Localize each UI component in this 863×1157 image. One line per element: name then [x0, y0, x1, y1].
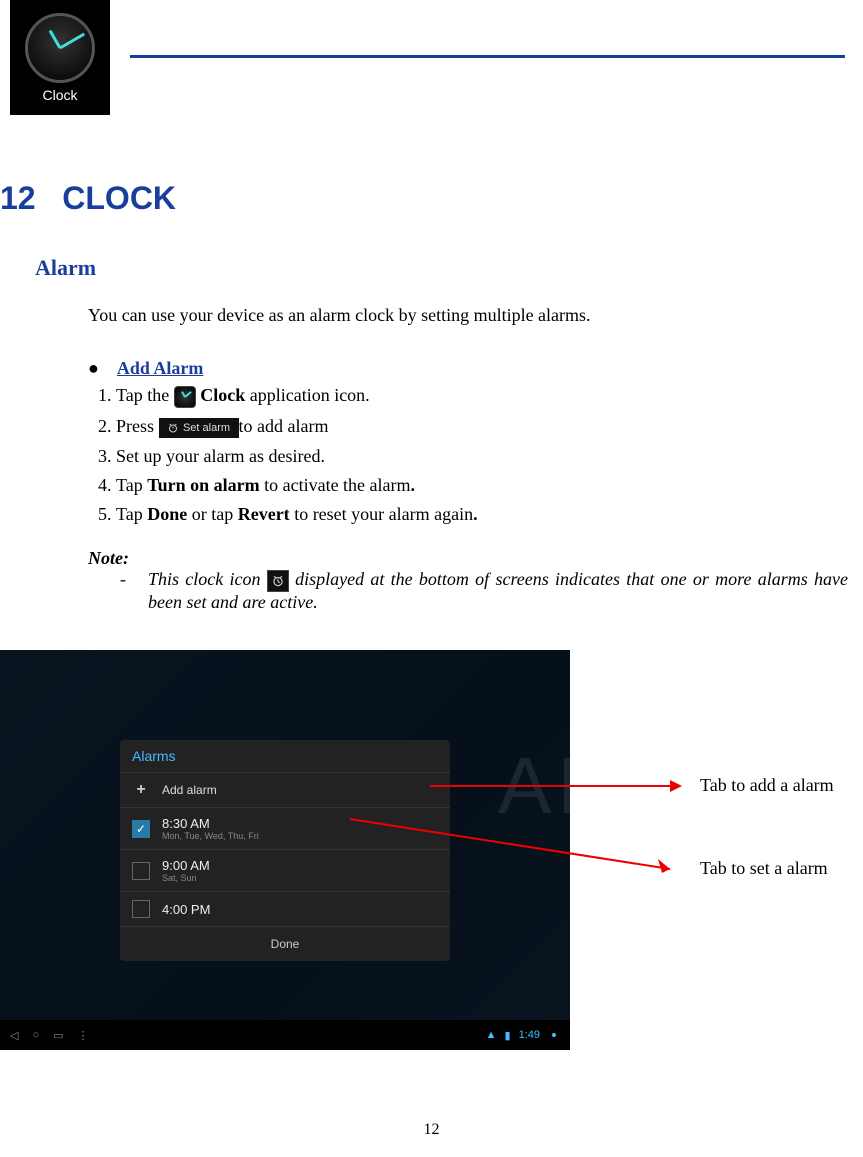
clock-app-label: Clock — [42, 87, 77, 103]
section-title: Alarm — [35, 255, 96, 281]
bullet-add-alarm: ● Add Alarm — [88, 358, 203, 379]
alarm-time: 8:30 AM — [162, 816, 259, 831]
alarm-days: Sat, Sun — [162, 873, 210, 883]
step-5: Tap Done or tap Revert to reset your ala… — [98, 504, 478, 525]
chapter-number: 12 — [0, 180, 36, 216]
clock-app-icon: Clock — [10, 0, 110, 115]
step-2: Press Set alarm to add alarm — [98, 416, 478, 438]
clock-face-icon — [25, 13, 95, 83]
callout-arrow-2 — [350, 819, 680, 874]
callout-text-1: Tab to add a alarm — [700, 775, 860, 796]
page-number: 12 — [0, 1121, 863, 1139]
steps-list: Tap the Clock application icon. Press Se… — [98, 385, 478, 533]
chapter-title: 12 CLOCK — [0, 180, 176, 217]
clock-icon — [174, 386, 196, 408]
home-icon[interactable]: ○ — [32, 1029, 39, 1042]
step-3: Set up your alarm as desired. — [98, 446, 478, 467]
alarm-status-icon — [267, 570, 289, 592]
alarm-time: 4:00 PM — [162, 902, 210, 917]
done-button[interactable]: Done — [120, 927, 450, 961]
system-navbar: ◁ ○ ▭ ⋮ ▲ ▮ 1:49 — [0, 1020, 570, 1050]
header-divider — [130, 55, 845, 58]
callout-text-2: Tab to set a alarm — [700, 858, 830, 879]
add-alarm-row[interactable]: + Add alarm — [120, 773, 450, 808]
alarm-row-2[interactable]: 4:00 PM — [120, 892, 450, 927]
wifi-icon: ▲ — [486, 1029, 497, 1041]
alarms-panel-title: Alarms — [120, 740, 450, 773]
note-label: Note: — [88, 548, 129, 568]
page-header: Clock — [0, 0, 863, 115]
navbar-time: 1:49 — [519, 1029, 540, 1041]
plus-icon: + — [132, 781, 150, 799]
step-4: Tap Turn on alarm to activate the alarm. — [98, 475, 478, 496]
note-block: Note: - This clock icon displayed at the… — [88, 548, 848, 613]
add-alarm-label: Add alarm — [162, 783, 217, 797]
step-1: Tap the Clock application icon. — [98, 385, 478, 408]
settings-icon — [548, 1029, 560, 1041]
callout-arrow-1 — [430, 785, 680, 787]
note-dash: - — [120, 569, 126, 590]
bullet-icon: ● — [88, 358, 99, 379]
recent-icon[interactable]: ▭ — [53, 1029, 63, 1042]
battery-icon: ▮ — [505, 1029, 511, 1042]
set-alarm-icon: Set alarm — [159, 418, 239, 438]
back-icon[interactable]: ◁ — [10, 1029, 18, 1042]
alarm-time: 9:00 AM — [162, 858, 210, 873]
alarm-days: Mon, Tue, Wed, Thu, Fri — [162, 831, 259, 841]
bullet-label: Add Alarm — [117, 358, 204, 379]
alarm-checkbox[interactable] — [132, 900, 150, 918]
chapter-name: CLOCK — [62, 180, 176, 216]
alarm-checkbox[interactable]: ✓ — [132, 820, 150, 838]
section-intro: You can use your device as an alarm cloc… — [88, 305, 591, 326]
alarm-checkbox[interactable] — [132, 862, 150, 880]
menu-icon[interactable]: ⋮ — [78, 1029, 89, 1042]
